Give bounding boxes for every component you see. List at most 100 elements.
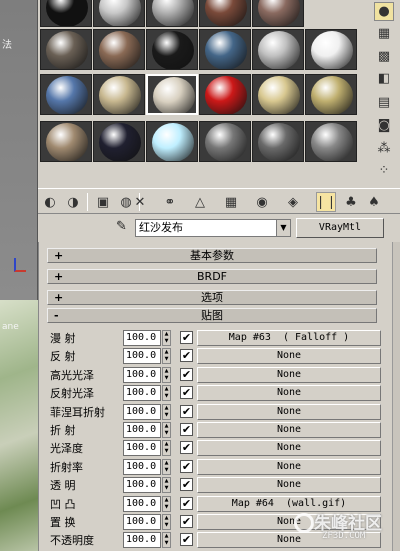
sample-slot[interactable] xyxy=(93,29,145,70)
spinner-icon[interactable]: ▲ ▼ xyxy=(162,366,171,383)
material-name-field[interactable]: 红沙发布 ▼ xyxy=(135,219,291,237)
map-enabled-checkbox[interactable]: ✔ xyxy=(180,423,193,436)
sample-slot[interactable] xyxy=(40,0,92,27)
map-slot-button[interactable]: Map #63 ( Falloff ) xyxy=(197,330,381,346)
panel-scrollbar[interactable] xyxy=(392,242,400,551)
sample-slot[interactable] xyxy=(305,121,357,162)
show-map-active-icon[interactable]: ❘❘ xyxy=(315,192,337,212)
map-amount-field[interactable]: 100.0 xyxy=(123,458,161,475)
map-enabled-checkbox[interactable]: ✔ xyxy=(180,349,193,363)
sample-type-icon[interactable]: ● xyxy=(374,2,394,21)
sample-slot[interactable] xyxy=(252,29,304,70)
sample-slot[interactable] xyxy=(252,0,304,27)
map-enabled-checkbox[interactable]: ✔ xyxy=(180,386,193,400)
sample-slot[interactable] xyxy=(305,29,357,70)
material-effects-channel-icon[interactable]: ▦ xyxy=(221,192,241,212)
show-map-in-viewport-icon[interactable]: ◉ xyxy=(252,192,272,212)
spinner-icon[interactable]: ▲ ▼ xyxy=(162,495,171,512)
map-amount-field[interactable]: 100.0 xyxy=(123,422,161,438)
map-slot-button[interactable]: None xyxy=(197,403,381,420)
spinner-icon[interactable]: ▲ ▼ xyxy=(162,330,171,346)
map-amount-field[interactable]: 100.0 xyxy=(123,440,161,457)
spinner-icon[interactable]: ▲ ▼ xyxy=(162,477,171,494)
map-enabled-checkbox[interactable]: ✔ xyxy=(180,367,193,381)
top-viewport[interactable]: 法 xyxy=(0,0,38,300)
sample-slot[interactable] xyxy=(199,74,251,115)
sample-slot[interactable] xyxy=(40,74,92,115)
map-slot-button[interactable]: None xyxy=(197,532,381,549)
rollout-brdf[interactable]: BRDF + xyxy=(47,269,377,284)
map-amount-field[interactable]: 100.0 xyxy=(123,514,161,530)
perspective-viewport[interactable]: ane xyxy=(0,300,38,551)
options-icon[interactable]: ⁂ xyxy=(374,139,394,158)
sample-slot[interactable] xyxy=(93,0,145,27)
make-unique-icon[interactable]: ⚭ xyxy=(160,192,180,212)
go-to-parent-icon[interactable]: ♣ xyxy=(341,192,361,212)
map-enabled-checkbox[interactable]: ✔ xyxy=(180,478,193,492)
sample-slot[interactable] xyxy=(252,121,304,162)
get-material-icon[interactable]: ◐ xyxy=(40,192,60,212)
sample-slot[interactable] xyxy=(199,121,251,162)
spinner-icon[interactable]: ▲ ▼ xyxy=(162,422,171,438)
backlight-icon[interactable]: ▦ xyxy=(374,24,394,43)
map-slot-button[interactable]: None xyxy=(197,514,381,530)
sample-slot[interactable] xyxy=(93,74,145,115)
sample-slot[interactable] xyxy=(199,29,251,70)
map-slot-button[interactable]: None xyxy=(197,440,381,457)
sample-slot[interactable] xyxy=(40,29,92,70)
map-amount-field[interactable]: 100.0 xyxy=(123,330,161,346)
sample-uv-tiling-icon[interactable]: ◧ xyxy=(374,69,394,88)
map-amount-field[interactable]: 100.0 xyxy=(123,477,161,494)
map-slot-button[interactable]: None xyxy=(197,366,381,383)
map-enabled-checkbox[interactable]: ✔ xyxy=(180,515,193,528)
map-slot-button[interactable]: None xyxy=(197,422,381,438)
map-enabled-checkbox[interactable]: ✔ xyxy=(180,533,193,547)
rollout-basic-params[interactable]: 基本参数 + xyxy=(47,248,377,263)
sample-slot[interactable] xyxy=(146,29,198,70)
sample-slot[interactable] xyxy=(199,0,251,27)
rollout-maps[interactable]: 贴图 - xyxy=(47,308,377,323)
map-amount-field[interactable]: 100.0 xyxy=(123,348,161,365)
go-forward-to-sibling-icon[interactable]: ♠ xyxy=(364,192,384,212)
map-enabled-checkbox[interactable]: ✔ xyxy=(180,459,193,473)
sample-slot[interactable] xyxy=(93,121,145,162)
select-by-material-icon[interactable]: ⁘ xyxy=(374,161,394,180)
viewport-strip[interactable]: 法 ane xyxy=(0,0,38,551)
spinner-icon[interactable]: ▲ ▼ xyxy=(162,403,171,420)
map-enabled-checkbox[interactable]: ✔ xyxy=(180,441,193,455)
spinner-icon[interactable]: ▲ ▼ xyxy=(162,458,171,475)
spinner-icon[interactable]: ▲ ▼ xyxy=(162,385,171,402)
show-end-result-icon[interactable]: ◈ xyxy=(283,192,303,212)
map-slot-button[interactable]: Map #64 (wall.gif) xyxy=(197,495,381,512)
sample-slot[interactable] xyxy=(146,0,198,27)
map-enabled-checkbox[interactable]: ✔ xyxy=(180,496,193,510)
spinner-icon[interactable]: ▲ ▼ xyxy=(162,440,171,457)
put-to-library-icon[interactable]: △ xyxy=(190,192,210,212)
sample-slot[interactable] xyxy=(252,74,304,115)
delete-icon[interactable]: ✕ xyxy=(130,192,150,212)
map-slot-button[interactable]: None xyxy=(197,458,381,475)
spinner-icon[interactable]: ▲ ▼ xyxy=(162,532,171,549)
assign-material-icon[interactable]: ▣ xyxy=(93,192,113,212)
map-amount-field[interactable]: 100.0 xyxy=(123,532,161,549)
map-amount-field[interactable]: 100.0 xyxy=(123,366,161,383)
background-icon[interactable]: ▩ xyxy=(374,47,394,66)
map-slot-button[interactable]: None xyxy=(197,348,381,365)
spinner-icon[interactable]: ▲ ▼ xyxy=(162,348,171,365)
map-enabled-checkbox[interactable]: ✔ xyxy=(180,331,193,344)
map-slot-button[interactable]: None xyxy=(197,477,381,494)
spinner-icon[interactable]: ▲ ▼ xyxy=(162,514,171,530)
material-type-button[interactable]: VRayMtl xyxy=(296,218,384,238)
map-amount-field[interactable]: 100.0 xyxy=(123,403,161,420)
sample-slot[interactable] xyxy=(146,74,198,115)
sample-slot[interactable] xyxy=(146,121,198,162)
map-amount-field[interactable]: 100.0 xyxy=(123,495,161,512)
sample-slot[interactable] xyxy=(305,74,357,115)
sample-slot[interactable] xyxy=(40,121,92,162)
map-slot-button[interactable]: None xyxy=(197,385,381,402)
map-amount-field[interactable]: 100.0 xyxy=(123,385,161,402)
video-color-check-icon[interactable]: ▤ xyxy=(374,93,394,112)
rollout-options[interactable]: 选项 + xyxy=(47,290,377,305)
put-material-icon[interactable]: ◑ xyxy=(63,192,83,212)
make-preview-icon[interactable]: ◙ xyxy=(374,116,394,135)
